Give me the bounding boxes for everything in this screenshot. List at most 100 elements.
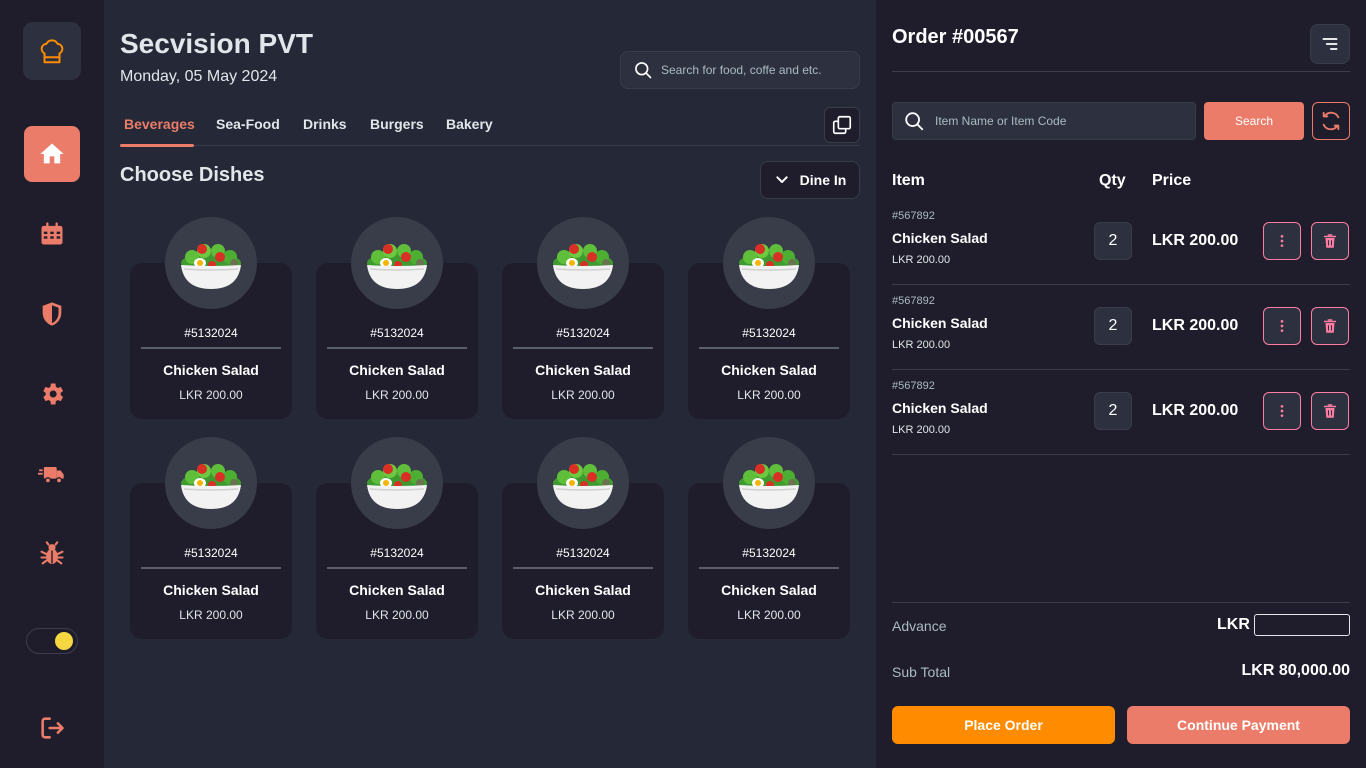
sidebar-item-home[interactable] [24, 126, 80, 182]
dish-price: LKR 200.00 [179, 608, 243, 622]
shield-icon [42, 302, 62, 326]
dish-card[interactable]: #5132024 Chicken Salad LKR 200.00 [688, 217, 850, 419]
gear-icon [43, 383, 64, 405]
item-price: LKR 200.00 [1152, 232, 1239, 249]
theme-toggle[interactable] [26, 628, 78, 654]
tab-bakery[interactable]: Bakery [446, 116, 493, 132]
dish-divider [513, 347, 653, 349]
dish-price: LKR 200.00 [737, 388, 801, 402]
dish-code: #5132024 [556, 546, 610, 560]
order-row: #567892 Chicken Salad LKR 200.00 2 LKR 2… [892, 285, 1350, 370]
tab-sea-food[interactable]: Sea-Food [216, 116, 280, 132]
dish-image [165, 217, 257, 309]
food-search-input[interactable] [661, 63, 841, 77]
dish-code: #5132024 [742, 546, 796, 560]
search-icon [635, 62, 652, 79]
item-options-button[interactable] [1263, 392, 1301, 430]
dine-option-label: Dine In [799, 172, 847, 188]
item-search[interactable] [892, 102, 1196, 140]
dish-card[interactable]: #5132024 Chicken Salad LKR 200.00 [316, 437, 478, 639]
refresh-icon [1322, 111, 1340, 131]
salad-icon [553, 244, 613, 289]
dish-name: Chicken Salad [721, 582, 817, 598]
column-header-qty: Qty [1099, 172, 1126, 189]
current-date: Monday, 05 May 2024 [120, 68, 278, 85]
food-search[interactable] [620, 51, 860, 89]
dish-card[interactable]: #5132024 Chicken Salad LKR 200.00 [316, 217, 478, 419]
dish-code: #5132024 [370, 326, 424, 340]
dish-card[interactable]: #5132024 Chicken Salad LKR 200.00 [502, 217, 664, 419]
main-content: Secvision PVT Monday, 05 May 2024 Bevera… [104, 0, 876, 768]
dish-price: LKR 200.00 [737, 608, 801, 622]
trash-icon [1324, 234, 1336, 248]
advance-input[interactable] [1254, 614, 1350, 636]
dish-name: Chicken Salad [535, 362, 631, 378]
logout-button[interactable] [24, 700, 80, 756]
search-button[interactable]: Search [1204, 102, 1304, 140]
place-order-button[interactable]: Place Order [892, 706, 1115, 744]
dish-price: LKR 200.00 [551, 388, 615, 402]
continue-payment-button[interactable]: Continue Payment [1127, 706, 1350, 744]
summary-divider [892, 602, 1350, 603]
item-options-button[interactable] [1263, 222, 1301, 260]
sidebar-item-calendar[interactable] [24, 206, 80, 262]
item-code: #567892 [892, 380, 935, 392]
dish-code: #5132024 [742, 326, 796, 340]
more-vertical-icon [1280, 235, 1284, 247]
trash-icon [1324, 404, 1336, 418]
subtotal-label: Sub Total [892, 664, 951, 680]
sidebar-item-settings[interactable] [24, 366, 80, 422]
sidebar-item-security[interactable] [24, 286, 80, 342]
delivery-truck-icon [38, 467, 64, 484]
dish-divider [699, 347, 839, 349]
advance-currency: LKR [1217, 616, 1250, 633]
item-name: Chicken Salad [892, 230, 988, 246]
item-code: #567892 [892, 210, 935, 222]
item-name: Chicken Salad [892, 400, 988, 416]
dish-name: Chicken Salad [349, 362, 445, 378]
sidebar-item-delivery[interactable] [24, 446, 80, 502]
tab-burgers[interactable]: Burgers [370, 116, 424, 132]
calendar-icon [41, 222, 63, 245]
item-qty[interactable]: 2 [1094, 307, 1132, 345]
refresh-button[interactable] [1312, 102, 1350, 140]
item-unit-price: LKR 200.00 [892, 424, 951, 436]
dish-divider [327, 567, 467, 569]
order-title: Order #00567 [892, 26, 1019, 48]
chef-hat-icon [40, 39, 64, 64]
dish-card[interactable]: #5132024 Chicken Salad LKR 200.00 [130, 217, 292, 419]
item-qty[interactable]: 2 [1094, 392, 1132, 430]
dine-option-select[interactable]: Dine In [760, 161, 860, 199]
item-delete-button[interactable] [1311, 392, 1349, 430]
copy-button[interactable] [824, 107, 860, 143]
item-delete-button[interactable] [1311, 222, 1349, 260]
dish-image [537, 217, 629, 309]
subtotal-value: LKR 80,000.00 [1241, 662, 1350, 679]
dish-card[interactable]: #5132024 Chicken Salad LKR 200.00 [688, 437, 850, 639]
item-search-input[interactable] [935, 114, 1185, 128]
order-panel: Order #00567 Search Item Qty Price #5678… [876, 0, 1366, 768]
item-delete-button[interactable] [1311, 307, 1349, 345]
dish-divider [699, 567, 839, 569]
sun-icon [55, 632, 73, 650]
tab-beverages[interactable]: Beverages [124, 116, 195, 132]
item-code: #567892 [892, 295, 935, 307]
sidebar [0, 0, 104, 768]
dish-code: #5132024 [370, 546, 424, 560]
item-options-button[interactable] [1263, 307, 1301, 345]
order-menu-button[interactable] [1310, 24, 1350, 64]
sidebar-item-bugs[interactable] [24, 526, 80, 582]
more-vertical-icon [1280, 405, 1284, 417]
tab-drinks[interactable]: Drinks [303, 116, 347, 132]
salad-icon [553, 464, 613, 509]
dish-card[interactable]: #5132024 Chicken Salad LKR 200.00 [502, 437, 664, 639]
dish-image [165, 437, 257, 529]
dish-image [351, 437, 443, 529]
chevron-down-icon [775, 176, 788, 183]
dish-card[interactable]: #5132024 Chicken Salad LKR 200.00 [130, 437, 292, 639]
logo[interactable] [23, 22, 81, 80]
advance-label: Advance [892, 618, 947, 634]
item-qty[interactable]: 2 [1094, 222, 1132, 260]
category-tabs: Beverages Sea-Food Drinks Burgers Bakery [120, 112, 860, 147]
dish-image [537, 437, 629, 529]
